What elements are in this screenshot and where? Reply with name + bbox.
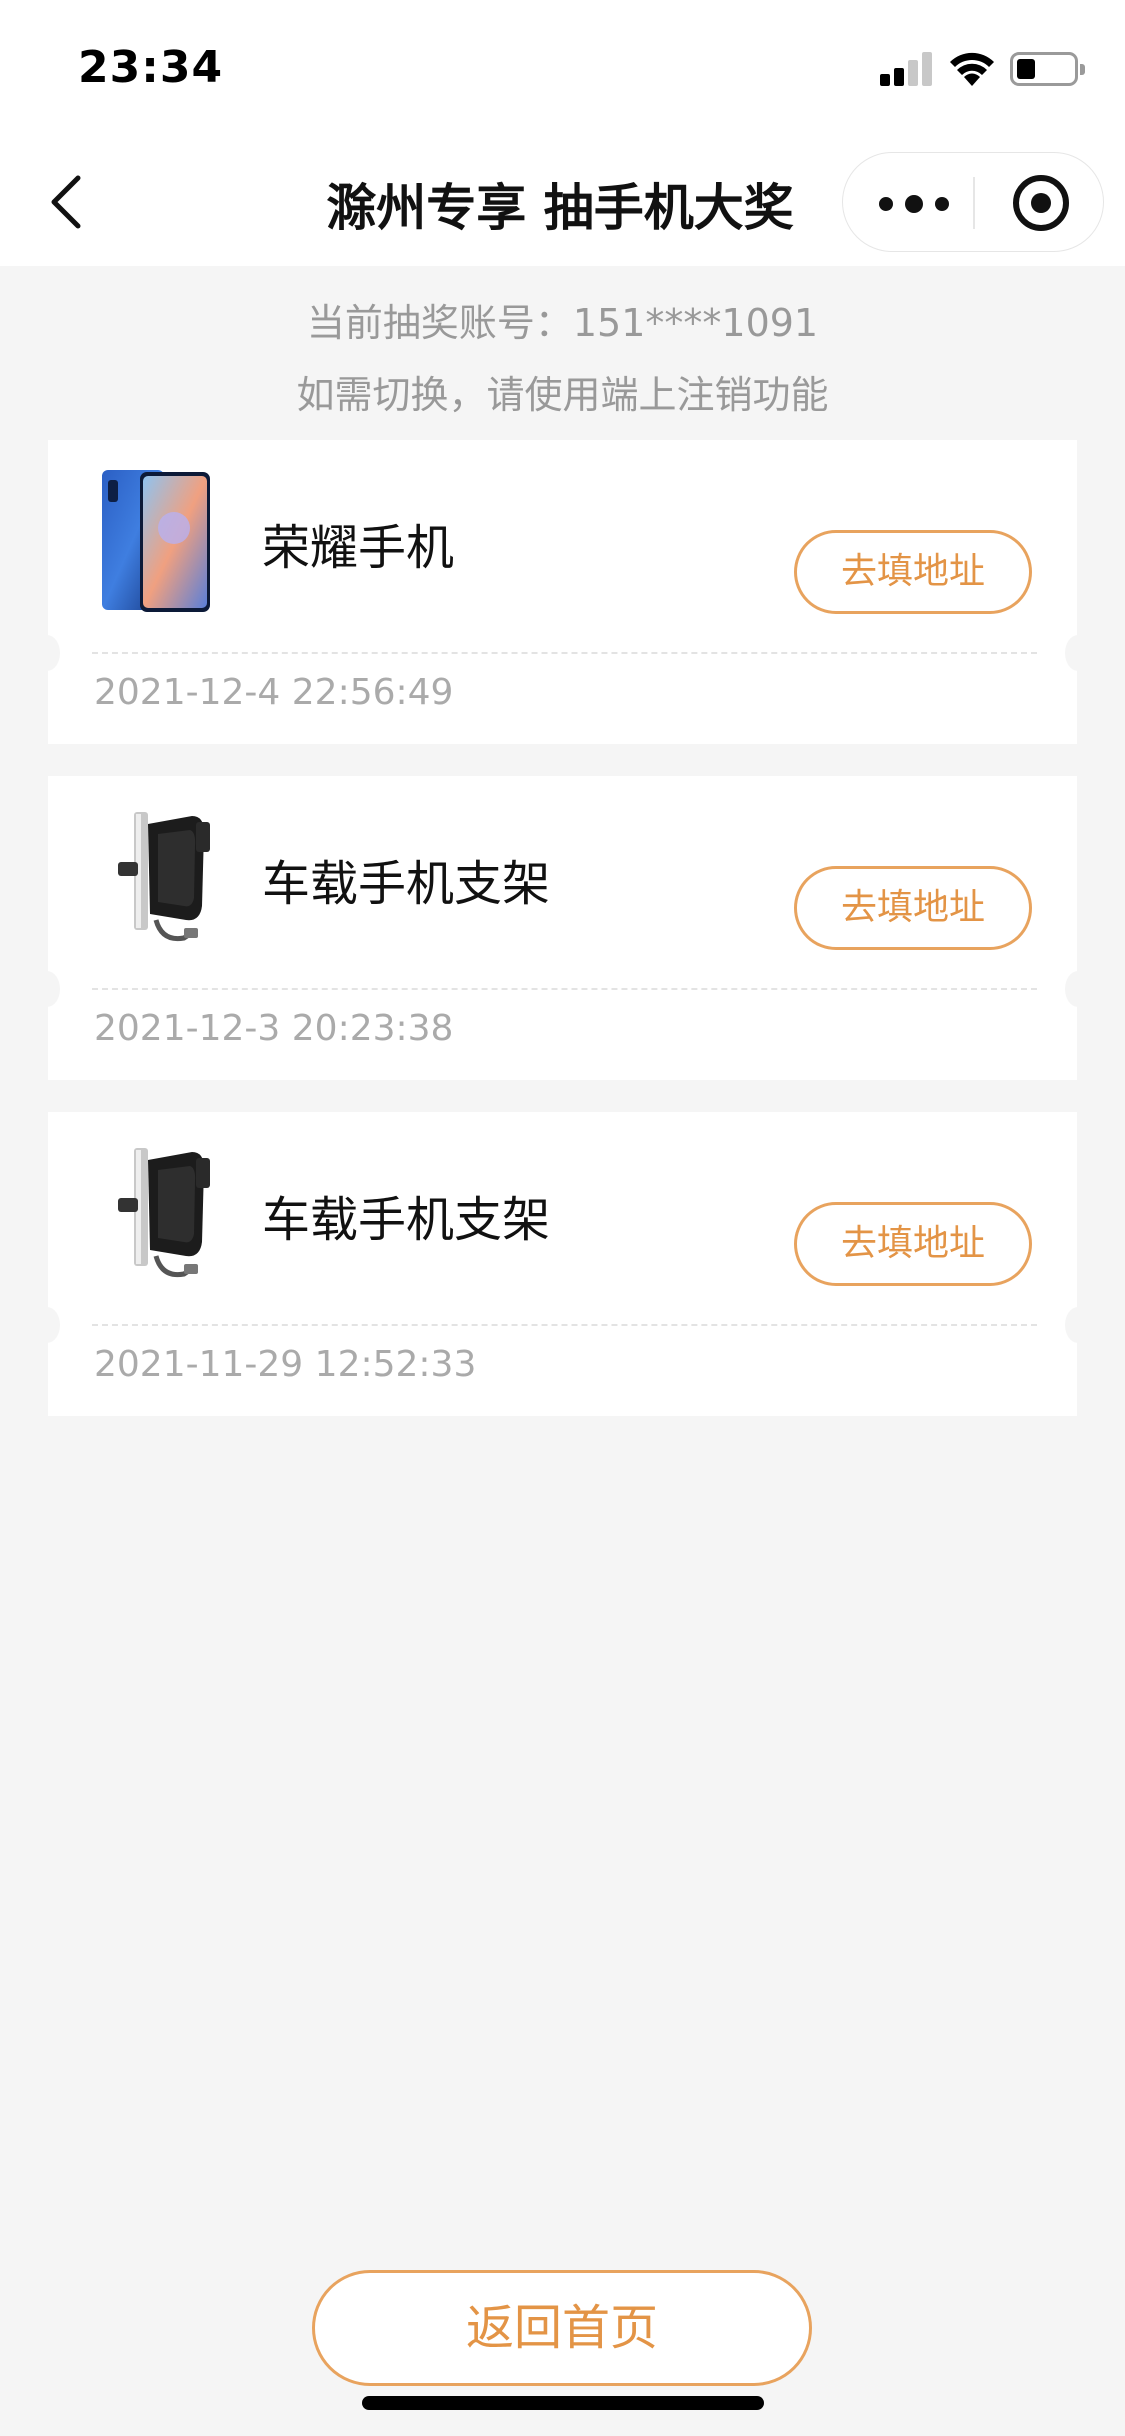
battery-icon [1010,52,1085,86]
prize-card: 车载手机支架 去填地址 2021-11-29 12:52:33 [34,1112,1091,1416]
divider [92,1324,1037,1326]
nav-bar: 滁州专享 抽手机大奖 [0,138,1125,266]
phone-image [102,470,210,612]
wifi-icon [950,52,994,86]
car-holder-image [118,1148,210,1278]
page-title: 滁州专享 抽手机大奖 [326,179,794,237]
car-holder-image [118,812,210,942]
mini-program-capsule [842,152,1104,252]
card-notch-right [1065,971,1091,1007]
prize-name: 荣耀手机 [262,520,455,576]
status-time: 23:34 [78,42,224,93]
cellular-signal-icon [880,52,932,86]
capsule-divider [973,177,975,229]
fill-address-button[interactable]: 去填地址 [794,866,1032,950]
prize-name: 车载手机支架 [262,1192,551,1248]
prize-card: 荣耀手机 去填地址 2021-12-4 22:56:49 [34,440,1091,744]
card-notch-left [34,971,60,1007]
account-number-text: 当前抽奖账号：151****1091 [306,301,819,345]
prize-date: 2021-12-4 22:56:49 [94,672,454,713]
card-notch-right [1065,635,1091,671]
status-bar: 23:34 [0,0,1125,138]
back-arrow-icon[interactable] [40,166,100,236]
prize-date: 2021-12-3 20:23:38 [94,1008,454,1049]
screen: 23:34 滁州专享 抽手机大奖 当前抽奖账号：151****1091 如需切换… [0,0,1125,2436]
prize-date: 2021-11-29 12:52:33 [94,1344,477,1385]
back-to-home-button[interactable]: 返回首页 [312,2270,812,2386]
divider [92,652,1037,654]
prize-card: 车载手机支架 去填地址 2021-12-3 20:23:38 [34,776,1091,1080]
card-notch-right [1065,1307,1091,1343]
fill-address-button[interactable]: 去填地址 [794,1202,1032,1286]
prize-name: 车载手机支架 [262,856,551,912]
divider [92,988,1037,990]
fill-address-button[interactable]: 去填地址 [794,530,1032,614]
account-switch-hint: 如需切换，请使用端上注销功能 [296,373,829,417]
close-mini-program-icon[interactable] [1013,175,1069,231]
card-notch-left [34,635,60,671]
card-notch-left [34,1307,60,1343]
home-indicator[interactable] [362,2396,764,2410]
more-options-icon[interactable] [879,179,979,227]
